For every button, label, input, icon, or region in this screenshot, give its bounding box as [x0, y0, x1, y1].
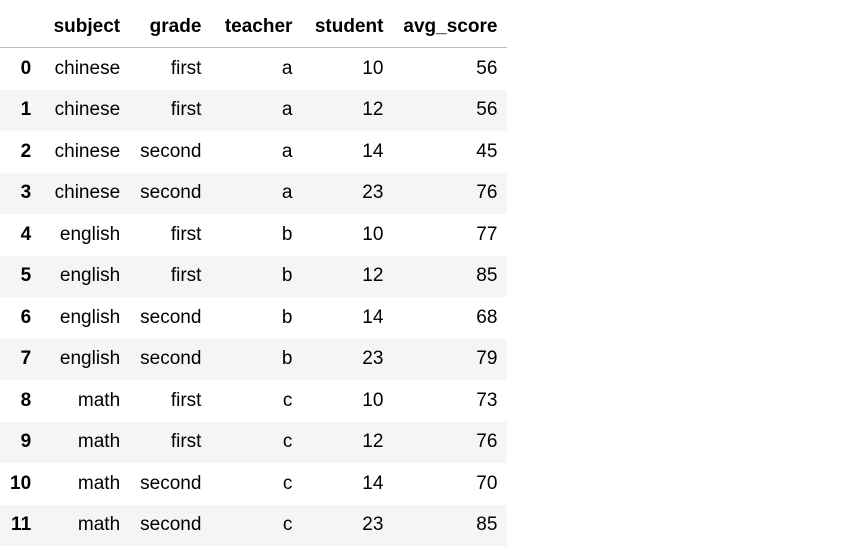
row-index: 2	[20, 140, 32, 162]
cell-student: 23	[362, 514, 384, 536]
table-body: 0 chinese first a 10 56 1 chinese first a 12 56 2 chi…	[0, 48, 508, 546]
cell-teacher: b	[281, 348, 293, 370]
cell-teacher: a	[281, 140, 293, 162]
cell-teacher: a	[281, 182, 293, 204]
row-index: 1	[20, 99, 32, 121]
cell-avg-score: 79	[476, 348, 498, 370]
row-index: 4	[20, 223, 32, 245]
table-row: 7 english second b 23 79	[0, 338, 508, 380]
cell-grade: second	[140, 514, 202, 536]
cell-teacher: c	[282, 389, 293, 411]
cell-teacher: c	[282, 472, 293, 494]
cell-subject: english	[59, 223, 121, 245]
cell-avg-score: 45	[476, 140, 498, 162]
table-row: 1 chinese first a 12 56	[0, 89, 508, 131]
table-row: 4 english first b 10 77	[0, 214, 507, 256]
cell-grade: first	[170, 389, 202, 411]
cell-grade: second	[140, 140, 202, 162]
cell-grade: first	[170, 265, 202, 287]
cell-subject: math	[77, 431, 121, 453]
cell-teacher: c	[282, 431, 293, 453]
dataframe-table: subject grade teacher student avg_score …	[0, 7, 508, 546]
cell-grade: first	[170, 431, 202, 453]
cell-grade: second	[140, 348, 202, 370]
cell-student: 12	[362, 431, 384, 453]
cell-subject: math	[77, 389, 121, 411]
header-index	[0, 7, 42, 48]
cell-avg-score: 73	[476, 389, 498, 411]
cell-teacher: b	[281, 306, 293, 328]
cell-subject: chinese	[54, 182, 121, 204]
row-index: 6	[20, 306, 32, 328]
table-row: 2 chinese second a 14 45	[0, 131, 507, 173]
header-row: subject grade teacher student avg_score	[0, 7, 508, 48]
cell-grade: second	[140, 182, 202, 204]
cell-avg-score: 85	[476, 514, 498, 536]
table-row: 3 chinese second a 23 76	[0, 172, 508, 214]
cell-subject: math	[77, 514, 121, 536]
header-grade: grade	[130, 7, 212, 48]
cell-subject: english	[59, 348, 121, 370]
row-index: 5	[20, 265, 32, 287]
row-index: 0	[20, 57, 32, 79]
cell-teacher: c	[282, 514, 293, 536]
cell-avg-score: 68	[476, 306, 498, 328]
row-index: 11	[11, 514, 32, 536]
cell-subject: chinese	[54, 140, 121, 162]
cell-grade: second	[140, 306, 202, 328]
cell-subject: english	[59, 306, 121, 328]
cell-student: 14	[362, 472, 384, 494]
row-index: 9	[20, 431, 32, 453]
cell-grade: first	[170, 99, 202, 121]
header-subject: subject	[41, 7, 131, 48]
cell-avg-score: 77	[476, 223, 498, 245]
cell-avg-score: 56	[476, 99, 498, 121]
cell-student: 10	[362, 223, 384, 245]
cell-student: 12	[362, 99, 384, 121]
cell-student: 10	[362, 389, 384, 411]
table-row: 0 chinese first a 10 56	[0, 48, 507, 90]
dataframe-output: subject grade teacher student avg_score …	[0, 7, 508, 546]
table-row: 10 math second c 14 70	[0, 463, 507, 505]
header-student: student	[302, 7, 394, 48]
table-row: 9 math first c 12 76	[0, 421, 508, 463]
cell-student: 10	[362, 57, 384, 79]
cell-grade: first	[170, 57, 202, 79]
row-index: 10	[10, 472, 32, 494]
cell-student: 14	[362, 140, 384, 162]
cell-student: 12	[362, 265, 384, 287]
table-row: 5 english first b 12 85	[0, 255, 508, 297]
cell-teacher: b	[281, 265, 293, 287]
table-row: 6 english second b 14 68	[0, 297, 507, 339]
cell-student: 23	[362, 182, 384, 204]
cell-avg-score: 85	[476, 265, 498, 287]
header-avg-score: avg_score	[393, 7, 508, 48]
cell-teacher: b	[281, 223, 293, 245]
cell-student: 23	[362, 348, 384, 370]
cell-teacher: a	[281, 99, 293, 121]
row-index: 8	[20, 389, 32, 411]
header-teacher: teacher	[211, 7, 303, 48]
cell-subject: chinese	[54, 99, 121, 121]
cell-avg-score: 76	[476, 182, 498, 204]
cell-student: 14	[362, 306, 384, 328]
table-row: 8 math first c 10 73	[0, 380, 507, 422]
row-index: 7	[20, 348, 32, 370]
table-row: 11 math second c 23 85	[0, 504, 508, 546]
cell-subject: math	[77, 472, 121, 494]
row-index: 3	[20, 182, 32, 204]
cell-subject: english	[59, 265, 121, 287]
cell-teacher: a	[281, 57, 293, 79]
cell-grade: second	[140, 472, 202, 494]
table-header: subject grade teacher student avg_score	[0, 7, 508, 48]
cell-subject: chinese	[54, 57, 121, 79]
cell-grade: first	[170, 223, 202, 245]
cell-avg-score: 56	[476, 57, 498, 79]
cell-avg-score: 76	[476, 431, 498, 453]
cell-avg-score: 70	[476, 472, 498, 494]
